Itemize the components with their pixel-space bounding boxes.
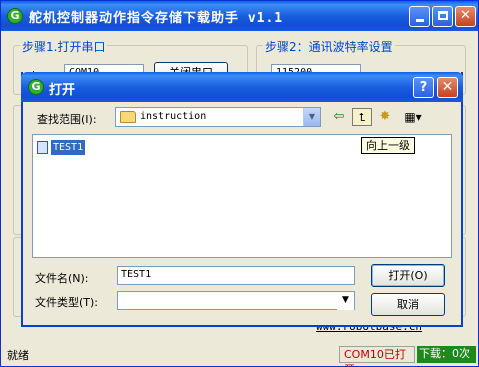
dialog-close-button[interactable]: ✕: [437, 77, 458, 98]
file-name-label: 文件名(N):: [35, 272, 89, 285]
maximize-icon: [437, 11, 448, 20]
file-name-field[interactable]: TEST1: [117, 266, 355, 285]
file-name: TEST1: [51, 140, 86, 155]
file-icon: [37, 141, 48, 154]
status-ready: 就绪: [7, 349, 29, 362]
status-com: COM10已打开: [339, 346, 415, 367]
maximize-button[interactable]: [432, 6, 453, 27]
open-port-group-label: 步骤1.打开串口: [20, 38, 108, 55]
up-folder-icon: ⮤: [358, 111, 366, 124]
up-folder-button[interactable]: ⮤: [352, 108, 372, 126]
new-folder-button[interactable]: ✸: [375, 108, 395, 126]
dialog-title-bar[interactable]: G 打开 ? ✕: [21, 72, 463, 102]
minimize-icon: [415, 19, 424, 22]
new-folder-icon: ✸: [379, 109, 391, 124]
main-close-button[interactable]: ✕: [455, 6, 476, 27]
help-icon: ?: [419, 80, 428, 95]
back-button[interactable]: ⇦: [329, 108, 349, 126]
cancel-button[interactable]: 取消: [371, 293, 445, 316]
file-type-select[interactable]: ▼: [117, 291, 355, 310]
minimize-button[interactable]: [409, 6, 430, 27]
chevron-down-icon[interactable]: ▼: [303, 108, 320, 126]
view-menu-button[interactable]: ▦▾: [400, 108, 426, 126]
help-button[interactable]: ?: [413, 77, 434, 98]
look-in-select[interactable]: instruction ▼: [115, 107, 321, 127]
dialog-title: 打开: [49, 83, 76, 98]
close-icon: ✕: [441, 79, 454, 95]
main-window-title: 舵机控制器动作指令存储下载助手 v1.1: [29, 11, 284, 26]
dialog-app-icon: G: [28, 79, 44, 95]
main-title-bar[interactable]: G 舵机控制器动作指令存储下载助手 v1.1 ✕: [1, 1, 478, 31]
view-menu-icon: ▦▾: [404, 110, 422, 124]
baud-group-label: 步骤2：通讯波特率设置: [263, 38, 395, 55]
file-type-label: 文件类型(T):: [35, 296, 99, 309]
chevron-down-icon[interactable]: ▼: [337, 292, 354, 310]
look-in-label: 查找范围(I):: [37, 113, 97, 126]
tooltip: 向上一级: [361, 137, 415, 154]
open-button[interactable]: 打开(O): [371, 264, 445, 287]
look-in-value: instruction: [140, 111, 207, 122]
folder-icon: [120, 111, 136, 123]
status-bar: 就绪 COM10已打开 下载：0次: [3, 344, 476, 367]
open-file-dialog: G 打开 ? ✕ 查找范围(I): instruction ▼ ⇦ ⮤ ✸ ▦▾…: [21, 72, 463, 327]
close-icon: ✕: [460, 8, 471, 23]
back-arrow-icon: ⇦: [333, 109, 345, 124]
app-icon: G: [7, 8, 23, 24]
status-download-count: 下载：0次: [417, 346, 476, 363]
